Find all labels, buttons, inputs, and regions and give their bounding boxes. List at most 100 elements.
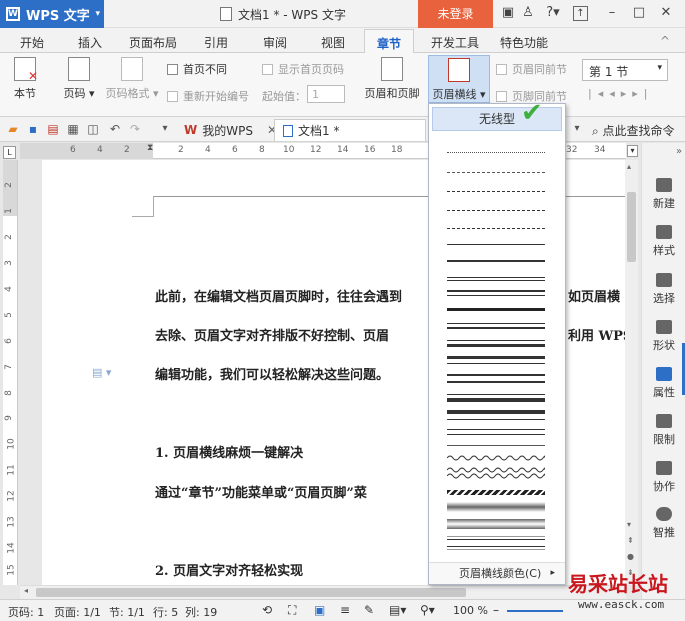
sidebar-item-new[interactable]: 新建 — [642, 178, 685, 211]
first-page-different-checkbox[interactable]: 首页不同 — [167, 61, 227, 77]
page-number-button[interactable]: 页码 ▾ — [61, 57, 97, 101]
tab-review[interactable]: 审阅 — [263, 34, 287, 51]
section-nav-arrows[interactable]: |◂◂▸▸| — [588, 87, 654, 100]
print-icon[interactable]: ▦ — [66, 122, 80, 136]
help-icon[interactable]: ?▾ — [541, 4, 565, 22]
line-style-3d-raised[interactable] — [447, 502, 545, 512]
scrollbar-thumb[interactable] — [627, 192, 636, 262]
line-style-dashed[interactable] — [447, 191, 545, 192]
indent-marker[interactable]: ⧗ — [147, 143, 153, 153]
start-value-input[interactable]: 1 — [307, 85, 345, 103]
line-style-thick-thin[interactable] — [447, 290, 545, 296]
heading-1[interactable]: 1. 页眉横线麻烦一键解决 — [155, 442, 303, 461]
zoom-slider[interactable] — [507, 610, 563, 612]
collapse-icon[interactable]: » — [676, 146, 682, 157]
line-style-double-thin[interactable] — [447, 429, 545, 435]
undo-icon[interactable]: ↶ — [108, 122, 122, 136]
tab-developer[interactable]: 开发工具 — [431, 34, 479, 51]
reading-view-icon[interactable]: ▤▾ — [389, 603, 406, 617]
tab-reference[interactable]: 引用 — [204, 34, 228, 51]
line-style-dash-dot[interactable] — [447, 210, 545, 211]
minimize-icon[interactable]: – — [603, 4, 621, 22]
close-icon[interactable]: ✕ — [657, 4, 675, 22]
line-style-thicker-thin[interactable] — [447, 356, 545, 364]
header-line-button[interactable]: 页眉横线 ▾ — [428, 55, 490, 103]
history-icon[interactable]: ⟲ — [262, 603, 272, 617]
app-menu-button[interactable]: W WPS 文字 ▾ — [0, 0, 104, 28]
tab-insert[interactable]: 插入 — [78, 34, 102, 51]
tab-view[interactable]: 视图 — [321, 34, 345, 51]
body-paragraph-1-tail[interactable]: 如页眉横 — [568, 286, 620, 305]
hscroll-thumb[interactable] — [36, 588, 466, 597]
sidebar-item-collaborate[interactable]: 协作 — [642, 461, 685, 494]
body-paragraph-3[interactable]: 编辑功能，我们可以轻松解决这些问题。 — [155, 364, 389, 383]
line-style-thin-thick[interactable] — [447, 323, 545, 329]
command-search[interactable]: ⌕ 点此查找命令 — [592, 122, 675, 139]
redo-icon[interactable]: ↷ — [128, 122, 142, 136]
body-paragraph-2[interactable]: 去除、页眉文字对齐排版不好控制、页眉 — [155, 325, 389, 344]
line-style-double[interactable] — [447, 277, 545, 281]
open-folder-icon[interactable]: ▰ — [6, 122, 20, 136]
restore-ribbon-icon[interactable]: ↑ — [573, 6, 588, 21]
fullscreen-icon[interactable]: ⛶ — [288, 603, 296, 618]
vertical-ruler[interactable]: 2 1 2 3 4 5 6 7 8 9 10 11 12 13 14 15 — [3, 160, 18, 585]
eye-protect-icon[interactable]: ⚲▾ — [420, 603, 435, 617]
scroll-up-icon[interactable]: ▴ — [627, 162, 631, 171]
shirt-icon[interactable]: ♙ — [519, 4, 537, 22]
sidebar-item-properties[interactable]: 属性 — [642, 367, 685, 400]
maximize-icon[interactable]: □ — [630, 4, 648, 22]
line-style-thick[interactable] — [447, 308, 545, 311]
line-style-wavy[interactable] — [447, 452, 545, 482]
sidebar-item-select[interactable]: 选择 — [642, 273, 685, 306]
ruler-toggle-icon[interactable]: ▾ — [627, 145, 638, 157]
body-section-button[interactable]: ✕ 本节 — [6, 57, 44, 101]
zoom-out-icon[interactable]: – — [493, 603, 499, 617]
heading-2[interactable]: 2. 页眉文字对齐轻松实现 — [155, 560, 303, 579]
tab-document[interactable]: 文档1 * — [274, 119, 426, 141]
outline-view-icon[interactable]: ≡ — [340, 603, 350, 617]
line-style-3d-sunken[interactable] — [447, 519, 545, 529]
sidebar-item-styles[interactable]: 样式 — [642, 225, 685, 258]
sidebar-item-recommend[interactable]: 智推 — [642, 507, 685, 540]
login-button[interactable]: 未登录 — [418, 0, 493, 28]
line-style-emboss[interactable] — [447, 546, 545, 550]
header-footer-button[interactable]: 页眉和页脚 — [363, 57, 421, 101]
sidebar-item-restrict[interactable]: 限制 — [642, 414, 685, 447]
line-style-thin[interactable] — [447, 445, 545, 449]
tab-list-dropdown-icon[interactable]: ▾ — [570, 122, 584, 136]
chevron-up-icon[interactable]: ^ — [660, 34, 670, 48]
header-same-as-previous-checkbox[interactable]: 页眉同前节 — [496, 61, 567, 77]
scroll-left-icon[interactable]: ◂ — [24, 586, 28, 595]
skin-icon[interactable]: ▣ — [499, 4, 517, 22]
line-style-dash-dot-dot[interactable] — [447, 228, 545, 229]
line-style-medium[interactable] — [447, 260, 545, 262]
select-browse-icon[interactable]: ● — [627, 552, 634, 561]
customize-dropdown-icon[interactable]: ▾ — [158, 122, 172, 136]
sidebar-item-shapes[interactable]: 形状 — [642, 320, 685, 353]
horizontal-scrollbar[interactable]: ◂ — [20, 585, 626, 599]
page-view-icon[interactable]: ▣ — [314, 603, 325, 617]
body-paragraph-4[interactable]: 通过“章节”功能菜单或“页眉页脚”菜 — [155, 482, 367, 501]
header-line-color-menu[interactable]: 页眉横线颜色(C) ▸ — [429, 562, 565, 584]
line-style-triple-b[interactable] — [447, 410, 545, 420]
export-pdf-icon[interactable]: ▤ — [46, 122, 60, 136]
line-style-double-medium[interactable] — [447, 374, 545, 383]
prev-page-icon[interactable]: ⇞ — [627, 536, 634, 545]
line-style-dotted[interactable] — [447, 152, 545, 153]
body-paragraph-1[interactable]: 此前，在编辑文档页眉页脚时，往往会遇到 — [155, 286, 402, 305]
tab-page-layout[interactable]: 页面布局 — [129, 34, 177, 51]
tab-my-wps[interactable]: W 我的WPS ✕ — [176, 119, 285, 141]
tab-start[interactable]: 开始 — [20, 34, 44, 51]
line-style-hatched[interactable] — [447, 490, 545, 495]
line-style-thin-thicker[interactable] — [447, 340, 545, 347]
page-format-button[interactable]: 页码格式 ▾ — [104, 57, 160, 101]
body-paragraph-2-tail[interactable]: 利用 WPS — [568, 325, 632, 344]
line-style-triple-a[interactable] — [447, 394, 545, 402]
print-preview-icon[interactable]: ◫ — [86, 122, 100, 136]
line-style-single[interactable] — [447, 244, 545, 245]
show-first-page-number-checkbox[interactable]: 显示首页页码 — [262, 61, 344, 77]
tab-section[interactable]: 章节 — [364, 29, 415, 54]
tab-special[interactable]: 特色功能 — [500, 34, 548, 51]
line-style-engrave[interactable] — [447, 536, 545, 540]
web-view-icon[interactable]: ✎ — [364, 603, 374, 617]
